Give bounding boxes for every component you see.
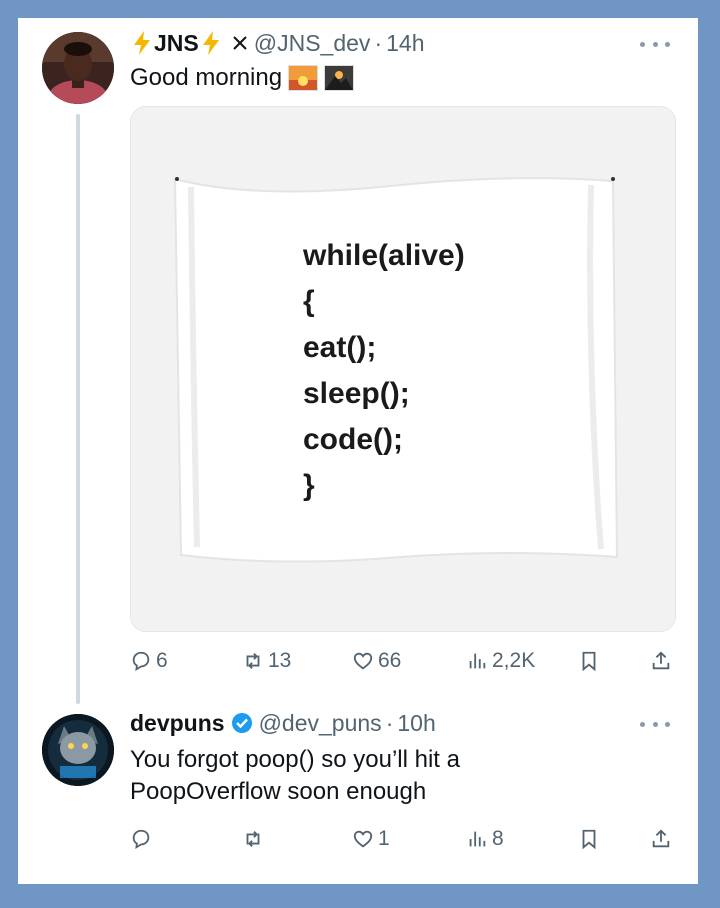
- display-name[interactable]: devpuns: [130, 710, 225, 737]
- share-icon: [652, 651, 670, 670]
- like-count: 1: [378, 827, 390, 850]
- more-icon[interactable]: [640, 716, 670, 732]
- views-icon: [469, 831, 486, 847]
- reply-icon: [132, 651, 150, 672]
- reply-icon: [132, 829, 150, 850]
- tweet-text: Good morning: [130, 62, 355, 94]
- code-line: sleep();: [303, 377, 410, 410]
- share-button[interactable]: [650, 646, 676, 676]
- code-line: }: [303, 469, 315, 502]
- code-line: code();: [303, 423, 403, 456]
- avatar-jns[interactable]: [42, 32, 114, 104]
- avatar-devpuns[interactable]: [42, 714, 114, 786]
- repost-button[interactable]: 13: [242, 646, 291, 676]
- repost-button[interactable]: [242, 824, 268, 854]
- code-line: while(alive): [303, 239, 465, 272]
- verified-badge-icon: [231, 713, 252, 733]
- thread-line: [76, 114, 80, 704]
- separator: ·: [374, 29, 383, 56]
- reply-header: devpuns @dev_puns · 10h: [130, 708, 436, 738]
- sunrise-emoji: [288, 65, 319, 91]
- code-line: {: [303, 285, 315, 318]
- separator: ·: [385, 709, 394, 736]
- bookmark-icon: [582, 829, 596, 850]
- views-button[interactable]: 2,2K: [466, 646, 535, 676]
- tweet-text-content: Good morning: [130, 64, 283, 91]
- timestamp[interactable]: 14h: [386, 30, 424, 57]
- reply-button[interactable]: 6: [130, 646, 168, 676]
- mountain-sunrise-emoji: [324, 65, 355, 91]
- handle[interactable]: @dev_puns: [259, 710, 382, 737]
- like-button[interactable]: 1: [352, 824, 390, 854]
- tweet-image[interactable]: while(alive) { eat(); sleep(); code(); }: [130, 106, 676, 632]
- share-button[interactable]: [650, 824, 676, 854]
- views-icon: [469, 653, 486, 669]
- tweet-header: JNS @JNS_dev · 14h: [130, 28, 424, 58]
- code-line: eat();: [303, 331, 377, 364]
- timestamp[interactable]: 10h: [397, 710, 435, 737]
- views-count: 8: [492, 827, 504, 850]
- x-logo-icon: [233, 36, 247, 50]
- reply-count: 6: [156, 649, 168, 672]
- repost-count: 13: [268, 649, 292, 672]
- bookmark-button[interactable]: [578, 824, 604, 854]
- views-button[interactable]: 8: [466, 824, 504, 854]
- lightning-icon: [134, 31, 150, 55]
- like-button[interactable]: 66: [352, 646, 401, 676]
- handle[interactable]: @JNS_dev: [254, 30, 371, 57]
- more-icon[interactable]: [640, 36, 670, 52]
- like-icon: [353, 652, 373, 670]
- reply-text: You forgot poop() so you’ll hit a PoopOv…: [130, 746, 460, 805]
- repost-icon: [246, 831, 260, 847]
- like-icon: [353, 830, 373, 848]
- tweet-actions: 6 13 66 2,2K: [130, 646, 682, 676]
- lightning-icon: [202, 31, 219, 55]
- like-count: 66: [378, 649, 402, 672]
- reply-button[interactable]: [130, 824, 156, 854]
- reply-actions: 1 8: [130, 824, 682, 854]
- screenshot-frame: JNS @JNS_dev · 14h Good morning while(al…: [18, 18, 698, 884]
- code-text: while(alive) { eat(); sleep(); code(); }: [303, 233, 465, 509]
- bookmark-icon: [582, 651, 596, 672]
- share-icon: [652, 829, 670, 848]
- views-count: 2,2K: [492, 649, 536, 672]
- display-name[interactable]: JNS: [154, 30, 199, 57]
- bookmark-button[interactable]: [578, 646, 604, 676]
- repost-icon: [246, 653, 260, 669]
